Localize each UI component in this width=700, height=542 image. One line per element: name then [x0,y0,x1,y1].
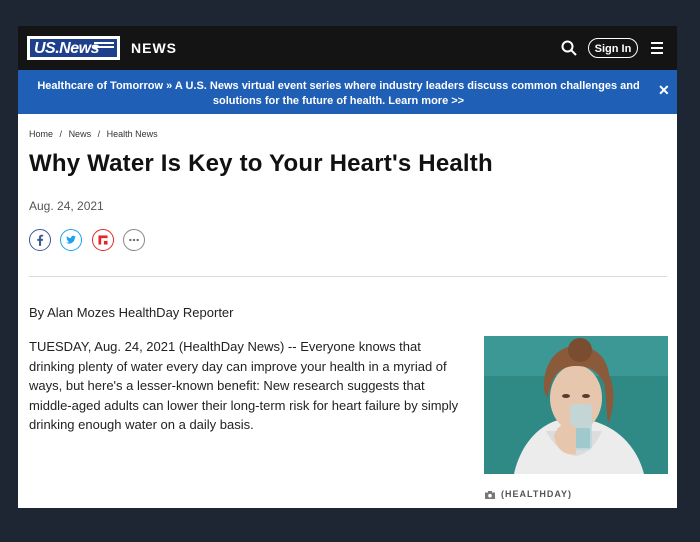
breadcrumb-home[interactable]: Home [29,129,53,139]
twitter-icon[interactable] [60,229,82,251]
article-body: TUESDAY, Aug. 24, 2021 (HealthDay News) … [29,339,459,432]
more-icon[interactable] [123,229,145,251]
search-icon[interactable] [561,40,577,56]
logo-text: US.News [34,40,99,57]
breadcrumb: Home / News / Health News [29,129,162,139]
byline: By Alan Mozes HealthDay Reporter [29,305,234,320]
menu-line [651,42,663,44]
flipboard-icon[interactable] [92,229,114,251]
logo-background: US.News [30,39,117,57]
breadcrumb-news[interactable]: News [69,129,92,139]
section-label[interactable]: NEWS [131,40,177,56]
logo-stripe [94,42,114,44]
menu-line [651,47,663,49]
promo-banner[interactable]: Healthcare of Tomorrow » A U.S. News vir… [18,70,677,114]
page: US.News NEWS Sign In Healthcare of Tomor… [18,26,677,508]
divider [29,276,667,277]
banner-lead[interactable]: Healthcare of Tomorrow » [37,80,172,92]
close-icon[interactable]: ✕ [658,82,670,98]
menu-icon[interactable] [651,42,663,54]
article-title: Why Water Is Key to Your Heart's Health [29,150,493,177]
breadcrumb-separator: / [59,129,63,139]
banner-text[interactable]: A U.S. News virtual event series where i… [175,80,640,107]
article-photo [484,336,668,474]
breadcrumb-separator: / [97,129,101,139]
logo-stripe [94,46,114,48]
breadcrumb-health-news[interactable]: Health News [107,129,158,139]
photo-caption: (HEALTHDAY) [485,489,572,499]
usnews-logo[interactable]: US.News [27,36,120,60]
menu-line [651,52,663,54]
photo-caption-text: (HEALTHDAY) [501,489,572,499]
facebook-icon[interactable] [29,229,51,251]
sign-in-button[interactable]: Sign In [588,38,638,58]
camera-icon [485,490,495,499]
article-date: Aug. 24, 2021 [29,199,104,213]
top-navigation-bar: US.News NEWS Sign In [18,26,677,70]
